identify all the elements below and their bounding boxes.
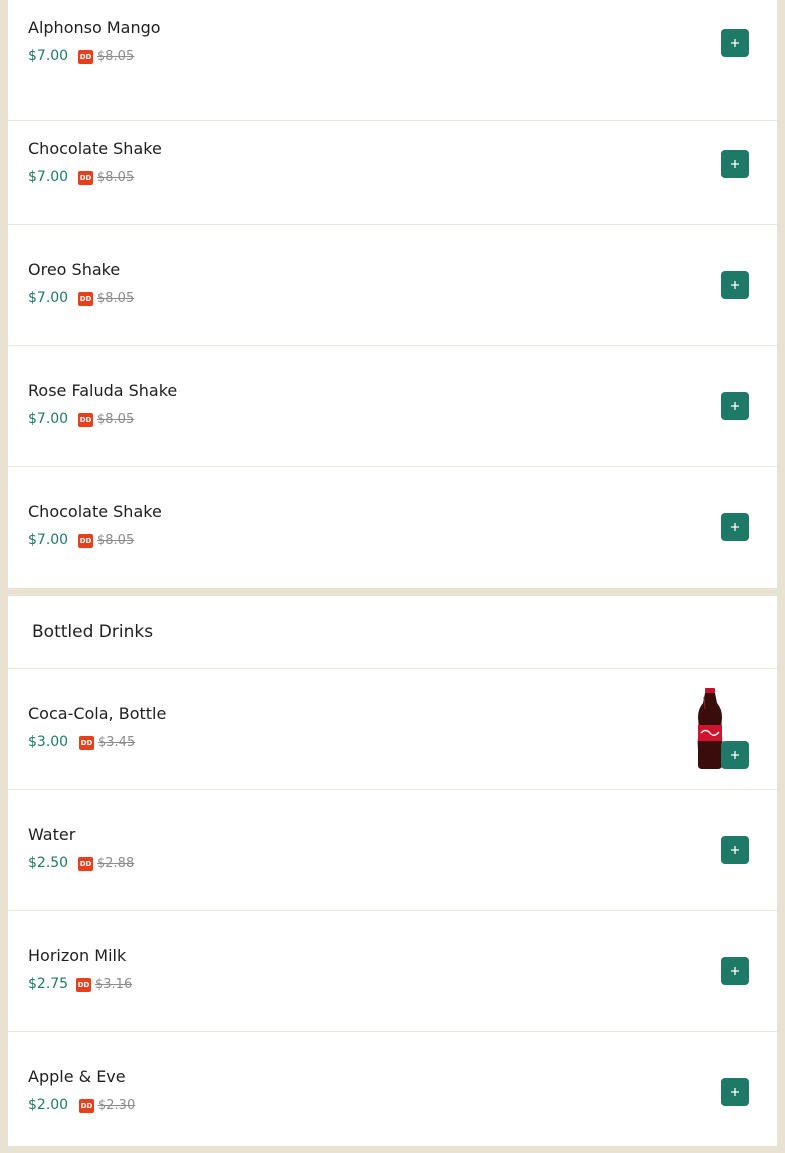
menu-item[interactable]: Water $2.50 DD $2.88: [8, 790, 777, 911]
item-old-price: $8.05: [97, 170, 135, 185]
menu-section-bottled-drinks: Bottled Drinks Coca-Cola, Bottle $3.00 D…: [8, 596, 777, 1146]
dashpass-badge-icon: DD: [78, 50, 93, 64]
item-price: $7.00: [28, 532, 69, 548]
item-old-price: $8.05: [97, 291, 135, 306]
item-name: Horizon Milk: [28, 946, 127, 965]
menu-item[interactable]: Horizon Milk $2.75 DD $3.16: [8, 911, 777, 1032]
item-name: Oreo Shake: [28, 260, 121, 279]
plus-icon: [731, 1088, 739, 1096]
add-item-button[interactable]: [721, 29, 749, 57]
item-price: $2.50: [28, 855, 69, 871]
item-old-price: $8.05: [97, 412, 135, 427]
dashpass-badge-icon: DD: [78, 292, 93, 306]
item-name: Rose Faluda Shake: [28, 381, 178, 400]
menu-item[interactable]: Coca-Cola, Bottle $3.00 DD $3.45: [8, 669, 777, 790]
add-item-button[interactable]: [721, 741, 749, 769]
dashpass-badge-icon: DD: [78, 857, 93, 871]
menu-item[interactable]: Chocolate Shake $7.00 DD $8.05: [8, 104, 777, 225]
menu-item[interactable]: Oreo Shake $7.00 DD $8.05: [8, 225, 777, 346]
dashpass-badge-icon: DD: [78, 171, 93, 185]
menu-section-shakes: Alphonso Mango $7.00 DD $8.05 Chocolate …: [8, 0, 777, 588]
item-price: $2.00: [28, 1097, 69, 1113]
add-item-button[interactable]: [721, 150, 749, 178]
add-item-button[interactable]: [721, 957, 749, 985]
item-old-price: $8.05: [97, 49, 135, 64]
menu-item[interactable]: Chocolate Shake $7.00 DD $8.05: [8, 467, 777, 588]
plus-icon: [731, 846, 739, 854]
dashpass-badge-icon: DD: [79, 736, 94, 750]
item-price: $7.00: [28, 48, 69, 64]
item-price: $7.00: [28, 290, 69, 306]
add-item-button[interactable]: [721, 271, 749, 299]
item-price: $2.75: [28, 976, 69, 992]
section-title: Bottled Drinks: [32, 622, 154, 642]
item-old-price: $8.05: [97, 533, 135, 548]
add-item-button[interactable]: [721, 836, 749, 864]
plus-icon: [731, 523, 739, 531]
item-name: Chocolate Shake: [28, 139, 162, 158]
plus-icon: [731, 751, 739, 759]
plus-icon: [731, 281, 739, 289]
item-name: Chocolate Shake: [28, 502, 162, 521]
dashpass-badge-icon: DD: [79, 1099, 94, 1113]
item-name: Coca-Cola, Bottle: [28, 704, 167, 723]
item-name: Water: [28, 825, 76, 844]
menu-item[interactable]: Apple & Eve $2.00 DD $2.30: [8, 1032, 777, 1153]
add-item-button[interactable]: [721, 392, 749, 420]
plus-icon: [731, 967, 739, 975]
dashpass-badge-icon: DD: [78, 413, 93, 427]
item-old-price: $3.45: [98, 735, 136, 750]
plus-icon: [731, 402, 739, 410]
add-item-button[interactable]: [721, 513, 749, 541]
item-old-price: $2.88: [97, 856, 135, 871]
item-price: $7.00: [28, 169, 69, 185]
item-price: $7.00: [28, 411, 69, 427]
item-old-price: $2.30: [98, 1098, 136, 1113]
plus-icon: [731, 160, 739, 168]
dashpass-badge-icon: DD: [78, 534, 93, 548]
menu-item[interactable]: Rose Faluda Shake $7.00 DD $8.05: [8, 346, 777, 467]
item-price: $3.00: [28, 734, 69, 750]
add-item-button[interactable]: [721, 1078, 749, 1106]
item-old-price: $3.16: [95, 977, 133, 992]
menu-item[interactable]: Alphonso Mango $7.00 DD $8.05: [8, 0, 777, 121]
dashpass-badge-icon: DD: [76, 978, 91, 992]
plus-icon: [731, 39, 739, 47]
item-name: Apple & Eve: [28, 1067, 126, 1086]
item-name: Alphonso Mango: [28, 18, 161, 37]
